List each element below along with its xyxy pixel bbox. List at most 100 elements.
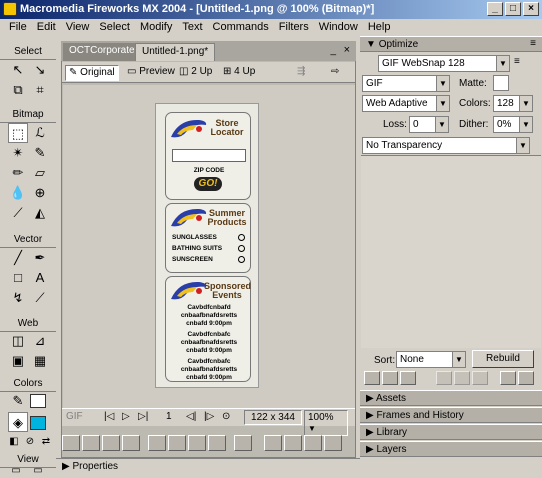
crop-tool-icon[interactable]: ⌗ <box>30 80 50 100</box>
palette-select[interactable]: Web Adaptive ▼ <box>362 95 450 112</box>
lasso-tool-icon[interactable]: ℒ <box>30 123 50 143</box>
flip-vertical-icon[interactable] <box>324 435 342 451</box>
ungroup-icon[interactable] <box>82 435 100 451</box>
full-screen-icon[interactable]: ▭ <box>28 466 48 476</box>
tab-untitled-1[interactable]: Untitled-1.png* <box>135 43 216 61</box>
panel-library[interactable]: ▶ Library <box>360 424 542 440</box>
web-snap-icon[interactable] <box>400 371 416 385</box>
menu-edit[interactable]: Edit <box>32 20 61 36</box>
next-frame-icon[interactable]: |▷ <box>204 411 214 422</box>
format-select[interactable]: GIF ▼ <box>362 75 450 92</box>
menu-view[interactable]: View <box>61 20 95 36</box>
play-icon[interactable]: ▷ <box>122 411 130 422</box>
zip-code-input[interactable] <box>172 149 246 162</box>
go-button[interactable]: GO! <box>194 177 222 191</box>
preset-select[interactable]: GIF WebSnap 128 ▼ <box>378 55 510 72</box>
hotspot-tool-icon[interactable]: ◫ <box>8 331 28 351</box>
menu-modify[interactable]: Modify <box>135 20 177 36</box>
quick-export-icon[interactable]: ⇶ <box>294 65 308 81</box>
panel-options-icon[interactable]: ≡ <box>530 38 536 49</box>
pen-tool-icon[interactable]: ✒ <box>30 248 50 268</box>
prev-frame-icon[interactable]: ◁| <box>186 411 196 422</box>
loss-input[interactable]: 0 ▼ <box>409 116 449 133</box>
join-icon[interactable] <box>102 435 120 451</box>
menu-select[interactable]: Select <box>94 20 135 36</box>
freeform-tool-icon[interactable]: ↯ <box>8 288 28 308</box>
sort-select[interactable]: None ▼ <box>396 351 466 368</box>
group-icon[interactable] <box>62 435 80 451</box>
restore-button[interactable]: □ <box>505 2 521 16</box>
bring-forward-icon[interactable] <box>168 435 186 451</box>
menu-file[interactable]: File <box>4 20 32 36</box>
fill-color-swatch[interactable] <box>30 416 46 430</box>
line-tool-icon[interactable]: ╱ <box>8 248 28 268</box>
subselection-tool-icon[interactable]: ↘ <box>30 60 50 80</box>
radio-bathing-suits[interactable] <box>238 245 245 252</box>
menu-window[interactable]: Window <box>314 20 363 36</box>
export-button-icon[interactable]: ⇨ <box>328 65 342 81</box>
fill-color-icon[interactable]: ◈ <box>8 412 28 432</box>
magic-wand-tool-icon[interactable]: ✴ <box>8 143 28 163</box>
optimize-panel-header[interactable]: ▼ Optimize ≡ <box>360 36 542 52</box>
view-tab-4up[interactable]: ⊞ 4 Up <box>220 65 258 81</box>
matte-swatch[interactable] <box>493 75 509 91</box>
properties-bar[interactable]: ▶ Properties <box>56 458 360 476</box>
panel-layers[interactable]: ▶ Layers <box>360 441 542 457</box>
bring-to-front-icon[interactable] <box>148 435 166 451</box>
view-tab-preview[interactable]: ▭ Preview <box>124 65 178 81</box>
radio-sunscreen[interactable] <box>238 256 245 263</box>
panel-assets[interactable]: ▶ Assets <box>360 390 542 406</box>
rotate-left-icon[interactable] <box>264 435 282 451</box>
save-palette-icon[interactable] <box>518 371 534 385</box>
knife-tool-icon[interactable]: ⟋ <box>30 288 50 308</box>
send-to-back-icon[interactable] <box>208 435 226 451</box>
show-slices-icon[interactable]: ▦ <box>30 351 50 371</box>
brush-tool-icon[interactable]: ✎ <box>30 143 50 163</box>
rectangle-tool-icon[interactable]: □ <box>8 268 28 288</box>
slice-tool-icon[interactable]: ⊿ <box>30 331 50 351</box>
view-tab-2up[interactable]: ◫ 2 Up <box>176 65 215 81</box>
standard-screen-icon[interactable]: ▭ <box>6 466 26 476</box>
delete-color-icon[interactable] <box>472 371 488 385</box>
stroke-color-icon[interactable]: ✎ <box>8 391 28 411</box>
edit-color-icon[interactable] <box>364 371 380 385</box>
add-color-icon[interactable] <box>454 371 470 385</box>
radio-sunglasses[interactable] <box>238 234 245 241</box>
close-button[interactable]: × <box>523 2 539 16</box>
dimensions-readout[interactable]: 122 x 344 <box>244 410 302 425</box>
tab-octcorporate[interactable]: OCTCorporate* <box>63 43 145 61</box>
lock-color-icon[interactable] <box>436 371 452 385</box>
scale-tool-icon[interactable]: ⧉ <box>8 80 28 100</box>
menu-text[interactable]: Text <box>177 20 207 36</box>
first-frame-icon[interactable]: |◁ <box>104 411 114 422</box>
load-palette-icon[interactable] <box>500 371 516 385</box>
rebuild-button[interactable]: Rebuild <box>472 350 534 368</box>
view-tab-original[interactable]: ✎ Original <box>65 65 119 81</box>
stop-icon[interactable]: ⊙ <box>222 411 230 422</box>
doc-minimize-icon[interactable]: _ <box>330 45 336 56</box>
rotate-right-icon[interactable] <box>284 435 302 451</box>
flip-horizontal-icon[interactable] <box>304 435 322 451</box>
text-tool-icon[interactable]: A <box>30 268 50 288</box>
swap-colors-icon[interactable]: ⇄ <box>36 432 56 452</box>
panel-frames-history[interactable]: ▶ Frames and History <box>360 407 542 423</box>
stroke-color-swatch[interactable] <box>30 394 46 408</box>
doc-close-icon[interactable]: × <box>344 44 350 56</box>
panel-menu-icon[interactable]: ≡ <box>514 56 520 67</box>
send-backward-icon[interactable] <box>188 435 206 451</box>
menu-filters[interactable]: Filters <box>274 20 314 36</box>
menu-help[interactable]: Help <box>363 20 396 36</box>
marquee-tool-icon[interactable]: ⬚ <box>8 123 28 143</box>
rubber-stamp-tool-icon[interactable]: ⊕ <box>30 183 50 203</box>
minimize-button[interactable]: _ <box>487 2 503 16</box>
paint-bucket-tool-icon[interactable]: ◭ <box>30 203 50 223</box>
menu-commands[interactable]: Commands <box>208 20 274 36</box>
eyedropper-tool-icon[interactable]: ⟋ <box>8 203 28 223</box>
pencil-tool-icon[interactable]: ✏ <box>8 163 28 183</box>
align-icon[interactable] <box>234 435 252 451</box>
hide-slices-icon[interactable]: ▣ <box>8 351 28 371</box>
pointer-tool-icon[interactable]: ↖ <box>8 60 28 80</box>
transparent-color-icon[interactable] <box>382 371 398 385</box>
eraser-tool-icon[interactable]: ▱ <box>30 163 50 183</box>
transparency-select[interactable]: No Transparency ▼ <box>362 137 530 154</box>
